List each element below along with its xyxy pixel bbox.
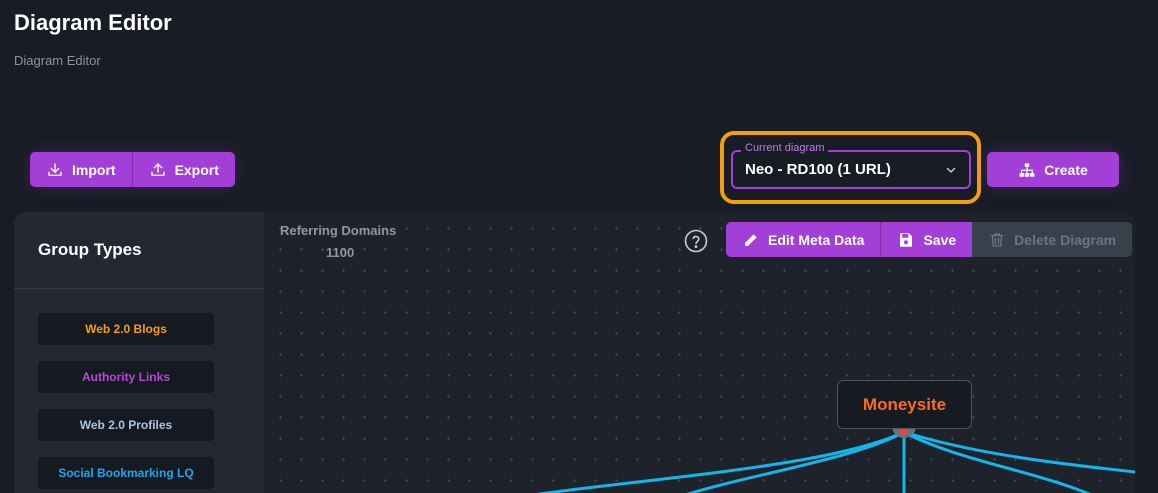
edge-far-left [535,430,906,493]
import-export-group: Import Export [30,152,235,187]
create-label: Create [1044,161,1088,178]
diagram-editor-page: Diagram Editor Diagram Editor Import Exp… [0,0,1158,493]
export-button[interactable]: Export [131,152,235,187]
sidebar-title: Group Types [14,212,264,289]
diagram-canvas[interactable]: Referring Domains 1100 Edit Meta Data Sa… [264,212,1135,493]
group-item-social-bookmarking-lq[interactable]: Social Bookmarking LQ [38,457,214,489]
upload-icon [150,162,165,176]
page-title: Diagram Editor [14,10,172,35]
group-item-web20-profiles[interactable]: Web 2.0 Profiles [38,409,214,441]
download-icon [48,162,62,176]
diagram-workspace: Group Types Web 2.0 Blogs Authority Link… [14,212,1135,493]
current-diagram-value: Neo - RD100 (1 URL) [745,161,891,178]
edge-far-right [902,430,1135,474]
export-label: Export [174,161,219,178]
diagram-edges [535,430,1135,493]
chevron-down-icon [946,167,956,173]
page-subtitle: Diagram Editor [14,53,101,68]
sitemap-icon [1019,162,1035,177]
import-button[interactable]: Import [30,152,132,187]
import-label: Import [72,161,116,178]
current-diagram-select[interactable]: Neo - RD100 (1 URL) [731,150,971,189]
group-item-web20-blogs[interactable]: Web 2.0 Blogs [38,313,214,345]
current-diagram-legend: Current diagram [741,142,829,154]
group-item-authority-links[interactable]: Authority Links [38,361,214,393]
node-moneysite[interactable]: Moneysite [837,380,972,429]
group-types-sidebar: Group Types Web 2.0 Blogs Authority Link… [14,212,264,493]
create-button[interactable]: Create [987,152,1119,187]
group-types-list: Web 2.0 Blogs Authority Links Web 2.0 Pr… [14,289,264,489]
